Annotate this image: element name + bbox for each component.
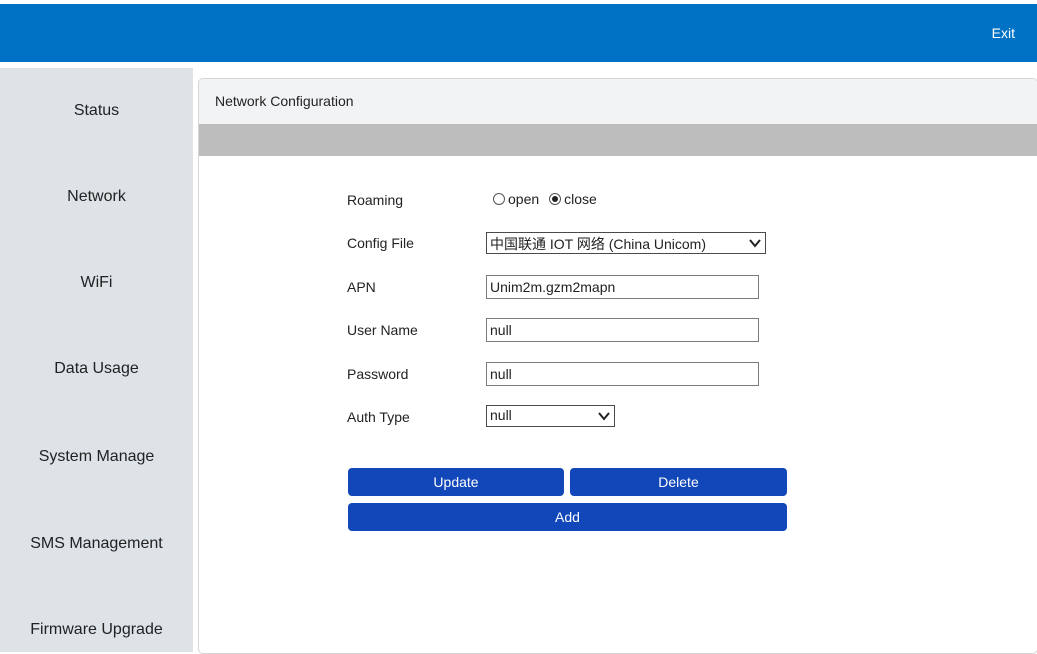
network-config-panel: Network Configuration Roaming open close… [198,78,1037,654]
sidebar-item-system-manage[interactable]: System Manage [0,448,193,466]
chevron-down-icon [598,412,610,421]
panel-title: Network Configuration [215,93,354,109]
roaming-open-label: open [508,191,540,207]
auth-type-select[interactable]: null [486,405,615,427]
add-button[interactable]: Add [348,503,787,531]
panel-divider-bar [199,124,1037,156]
config-file-label: Config File [347,235,414,251]
panel-header: Network Configuration [199,79,1037,124]
roaming-label: Roaming [347,192,404,208]
sidebar-item-network[interactable]: Network [0,188,193,206]
config-file-selected-value: 中国联通 IOT 网络 (China Unicom) [490,236,706,252]
user-name-input[interactable] [486,318,759,342]
sidebar-item-status[interactable]: Status [0,102,193,120]
auth-type-selected-value: null [490,407,512,423]
chevron-down-icon [749,239,761,248]
top-bar: Exit [0,4,1037,62]
sidebar: Status Network WiFi Data Usage System Ma… [0,68,193,652]
sidebar-item-firmware-upgrade[interactable]: Firmware Upgrade [0,621,193,639]
delete-button[interactable]: Delete [570,468,787,496]
apn-input[interactable] [486,275,759,299]
roaming-close-label: close [564,191,597,207]
roaming-close-radio[interactable] [549,193,562,205]
sidebar-item-wifi[interactable]: WiFi [0,274,193,292]
password-input[interactable] [486,362,759,386]
roaming-radio-group: open close [493,190,607,208]
update-button[interactable]: Update [348,468,564,496]
apn-label: APN [347,279,376,295]
sidebar-item-data-usage[interactable]: Data Usage [0,360,193,378]
user-name-label: User Name [347,322,418,338]
sidebar-item-sms-management[interactable]: SMS Management [0,535,193,553]
roaming-open-radio[interactable] [493,193,505,205]
config-file-select[interactable]: 中国联通 IOT 网络 (China Unicom) [486,232,766,254]
exit-link[interactable]: Exit [992,25,1015,41]
password-label: Password [347,366,409,382]
auth-type-label: Auth Type [347,409,410,425]
